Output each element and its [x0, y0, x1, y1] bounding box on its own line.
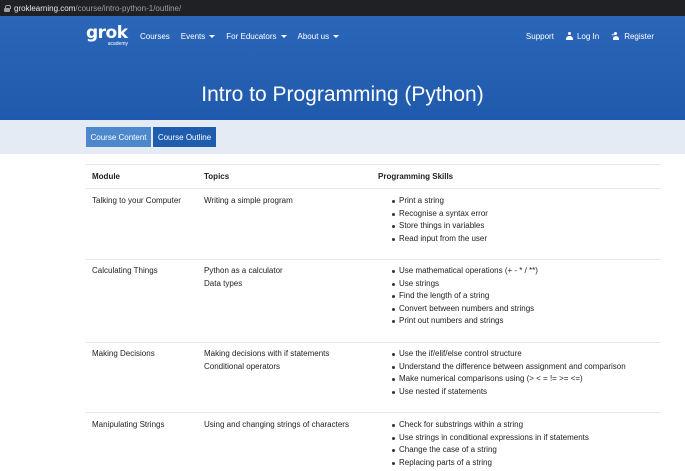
lock-icon — [4, 4, 11, 12]
login-link[interactable]: Log In — [565, 32, 599, 41]
caret-down-icon — [333, 34, 340, 38]
caret-down-icon — [280, 34, 287, 38]
topic-item: Using and changing strings of characters — [204, 420, 349, 429]
topic-item: Writing a simple program — [204, 196, 293, 205]
row4-topics: Using and changing strings of characters — [204, 419, 349, 432]
table-top-border — [86, 164, 660, 165]
row4-module: Manipulating Strings — [92, 420, 165, 429]
row2-module: Calculating Things — [92, 266, 158, 275]
grok-academy-logo[interactable]: grok academy — [86, 25, 130, 49]
url-text[interactable]: groklearning.com/course/intro-python-1/o… — [14, 4, 181, 13]
skill-item: Use mathematical operations (+ - * / **) — [390, 265, 538, 278]
row-divider — [86, 259, 660, 260]
row2-topics: Python as a calculator Data types — [204, 265, 283, 290]
row4-skills: Check for substrings within a string Use… — [390, 419, 589, 469]
tab-course-content[interactable]: Course Content — [86, 127, 151, 147]
row3-module: Making Decisions — [92, 349, 155, 358]
register-link[interactable]: + Register — [611, 32, 654, 41]
nav-item-about-us[interactable]: About us — [298, 32, 340, 41]
skill-item: Understand the difference between assign… — [390, 361, 626, 374]
skill-item: Use strings in conditional expressions i… — [390, 432, 589, 445]
header-divider — [86, 188, 660, 189]
nav-menu: Courses Events For Educators About us — [140, 16, 340, 56]
row3-skills: Use the if/elif/else control structure U… — [390, 348, 626, 398]
row2-skills: Use mathematical operations (+ - * / **)… — [390, 265, 538, 328]
skill-item: Use nested if statements — [390, 386, 626, 399]
topic-item: Data types — [204, 278, 243, 288]
skill-item: Change the case of a string — [390, 444, 589, 457]
topic-item: Making decisions with if statements — [204, 349, 330, 358]
topic-item: Conditional operators — [204, 361, 281, 371]
row-divider — [86, 342, 660, 343]
col-header-topics: Topics — [204, 172, 230, 181]
skill-item: Find the length of a string — [390, 290, 538, 303]
skill-item: Make numerical comparisons using (> < = … — [390, 373, 626, 386]
skill-item: Print a string — [390, 195, 488, 208]
skill-item: Check for substrings within a string — [390, 419, 589, 432]
caret-down-icon — [209, 34, 216, 38]
skill-item: Print out numbers and strings — [390, 315, 538, 328]
support-link[interactable]: Support — [526, 32, 554, 41]
row-divider — [86, 412, 660, 413]
nav-account: Support Log In + Register — [526, 16, 654, 56]
row1-topics: Writing a simple program — [204, 195, 293, 208]
user-icon — [565, 32, 573, 40]
col-header-skills: Programming Skills — [378, 172, 454, 181]
tab-band: Course Content Course Outline — [0, 120, 685, 154]
skill-item: Use the if/elif/else control structure — [390, 348, 626, 361]
hero-banner: grok academy Courses Events For Educator… — [0, 16, 685, 120]
nav-item-courses[interactable]: Courses — [140, 32, 170, 41]
skill-item: Replacing parts of a string — [390, 457, 589, 470]
col-header-module: Module — [92, 172, 120, 181]
nav-item-for-educators[interactable]: For Educators — [226, 32, 287, 41]
top-nav: grok academy Courses Events For Educator… — [0, 16, 685, 56]
skill-item: Store things in variables — [390, 220, 488, 233]
skill-item: Read input from the user — [390, 233, 488, 246]
skill-item: Recognise a syntax error — [390, 208, 488, 221]
page-title: Intro to Programming (Python) — [201, 83, 484, 106]
row3-topics: Making decisions with if statements Cond… — [204, 348, 329, 373]
browser-url-bar[interactable]: groklearning.com/course/intro-python-1/o… — [0, 0, 685, 16]
user-plus-icon: + — [611, 32, 620, 40]
row1-module: Talking to your Computer — [92, 196, 181, 205]
topic-item: Python as a calculator — [204, 266, 283, 275]
skill-item: Convert between numbers and strings — [390, 303, 538, 316]
nav-item-events[interactable]: Events — [181, 32, 216, 41]
tab-course-outline[interactable]: Course Outline — [153, 127, 216, 147]
row1-skills: Print a string Recognise a syntax error … — [390, 195, 488, 245]
logo-word: grok — [86, 23, 128, 43]
skill-item: Use strings — [390, 278, 538, 291]
